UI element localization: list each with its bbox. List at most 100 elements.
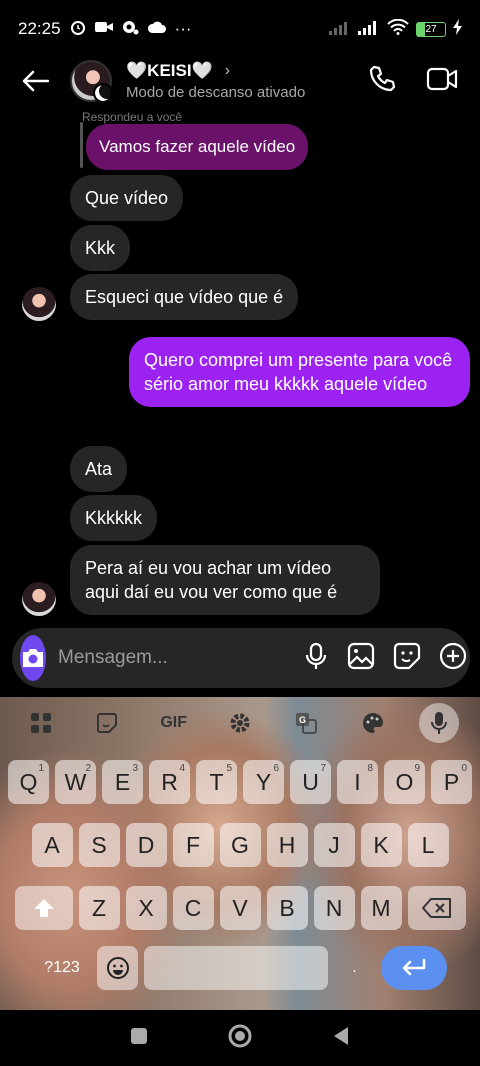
- reply-reference-label: Respondeu a você: [82, 110, 183, 124]
- voice-message-button[interactable]: [303, 642, 329, 675]
- charging-icon: [453, 18, 462, 40]
- video-call-button[interactable]: [426, 66, 458, 97]
- key-label: R: [161, 768, 178, 795]
- gallery-button[interactable]: [347, 642, 375, 675]
- key-label: Q: [19, 768, 38, 795]
- emoji-key[interactable]: [97, 946, 138, 990]
- key[interactable]: P0: [431, 760, 472, 804]
- recents-button[interactable]: [130, 1027, 148, 1050]
- key[interactable]: X: [125, 886, 167, 930]
- key[interactable]: Y6: [243, 760, 284, 804]
- arrow-left-icon: [22, 70, 49, 92]
- apps-grid-icon[interactable]: [21, 703, 61, 743]
- sender-avatar[interactable]: [22, 582, 56, 616]
- key[interactable]: N: [313, 886, 355, 930]
- status-time: 22:25: [18, 19, 61, 38]
- message-list[interactable]: Respondeu a você Vamos fazer aquele víde…: [0, 104, 480, 624]
- key[interactable]: I8: [337, 760, 378, 804]
- keyboard-row-2: A S D F G H J K L: [0, 823, 480, 867]
- reply-quoted-message[interactable]: Vamos fazer aquele vídeo: [86, 124, 309, 170]
- message-bubble-incoming[interactable]: Que vídeo: [70, 175, 184, 221]
- message-bubble-incoming[interactable]: Pera aí eu vou achar um vídeo aqui daí e…: [70, 545, 380, 615]
- keyboard-toolbar: GIF G: [0, 697, 480, 749]
- key-label: E: [114, 768, 131, 795]
- key-hint: 8: [367, 763, 373, 774]
- key[interactable]: Q1: [8, 760, 49, 804]
- key[interactable]: Z: [78, 886, 120, 930]
- key-hint: 1: [38, 763, 44, 774]
- key-hint: 2: [85, 763, 91, 774]
- enter-key[interactable]: [381, 946, 447, 990]
- key-label: P: [443, 768, 460, 795]
- key[interactable]: B: [266, 886, 308, 930]
- settings-gear-icon[interactable]: [220, 703, 260, 743]
- key-label: U: [302, 768, 319, 795]
- key-hint: 6: [273, 763, 279, 774]
- symbols-key[interactable]: ?123: [33, 946, 91, 990]
- back-button[interactable]: [0, 58, 70, 104]
- system-nav-bar: [0, 1010, 480, 1066]
- camera-button[interactable]: [20, 635, 46, 681]
- sticker-button[interactable]: [393, 642, 421, 675]
- plus-circle-icon: [439, 642, 467, 669]
- translate-icon[interactable]: G: [286, 703, 326, 743]
- key[interactable]: V: [219, 886, 261, 930]
- shift-arrow-icon: [33, 899, 54, 917]
- cloud-icon: [147, 19, 167, 39]
- key-hint: 4: [179, 763, 185, 774]
- key[interactable]: S: [78, 823, 120, 867]
- message-bubble-outgoing[interactable]: Quero comprei um presente para você séri…: [129, 337, 470, 407]
- reply-indicator-line: [80, 122, 83, 168]
- keyboard: GIF G Q1 W2 E3 R4 T5 Y6 U7 I8 O9 P0 A S …: [0, 697, 480, 1010]
- message-composer: [12, 628, 470, 688]
- space-key[interactable]: [144, 946, 328, 990]
- key-label: T: [209, 768, 224, 795]
- message-bubble-incoming[interactable]: Kkkkkk: [70, 495, 158, 541]
- key-hint: 7: [320, 763, 326, 774]
- gif-button[interactable]: GIF: [154, 703, 194, 743]
- key[interactable]: E3: [102, 760, 143, 804]
- message-input[interactable]: [58, 647, 303, 669]
- message-bubble-incoming[interactable]: Kkk: [70, 225, 131, 271]
- sticker-icon[interactable]: [87, 703, 127, 743]
- key[interactable]: W2: [55, 760, 96, 804]
- key[interactable]: O9: [384, 760, 425, 804]
- voice-call-button[interactable]: [368, 65, 396, 98]
- period-key[interactable]: .: [334, 946, 375, 990]
- backspace-key[interactable]: [407, 886, 466, 930]
- key[interactable]: A: [31, 823, 73, 867]
- contact-name: 🤍KEISI🤍: [126, 61, 213, 80]
- key[interactable]: D: [125, 823, 167, 867]
- battery-icon: 27: [416, 21, 446, 37]
- home-button[interactable]: [227, 1023, 253, 1054]
- message-bubble-incoming[interactable]: Esqueci que vídeo que é: [70, 274, 299, 320]
- back-nav-button[interactable]: [332, 1026, 350, 1051]
- shift-key[interactable]: [14, 886, 73, 930]
- square-icon: [130, 1027, 147, 1044]
- sender-avatar[interactable]: [22, 287, 56, 321]
- message-bubble-incoming[interactable]: Ata: [70, 446, 128, 492]
- contact-avatar[interactable]: [70, 60, 113, 103]
- key[interactable]: J: [313, 823, 355, 867]
- keyboard-row-3: Z X C V B N M: [0, 886, 480, 930]
- key[interactable]: F: [172, 823, 214, 867]
- key[interactable]: L: [407, 823, 449, 867]
- signal-icon-2: [358, 19, 380, 40]
- key[interactable]: U7: [290, 760, 331, 804]
- triangle-back-icon: [334, 1026, 349, 1045]
- key[interactable]: M: [360, 886, 402, 930]
- add-button[interactable]: [439, 642, 467, 675]
- key[interactable]: R4: [149, 760, 190, 804]
- key[interactable]: H: [266, 823, 308, 867]
- key[interactable]: C: [172, 886, 214, 930]
- keyboard-microphone-icon[interactable]: [418, 703, 459, 743]
- contact-info[interactable]: 🤍KEISI🤍 › Modo de descanso ativado: [126, 61, 305, 101]
- circle-icon: [228, 1024, 252, 1047]
- key[interactable]: K: [360, 823, 402, 867]
- chat-notification-icon: [121, 19, 139, 40]
- key[interactable]: G: [219, 823, 261, 867]
- key-hint: 9: [414, 763, 420, 774]
- enter-arrow-icon: [402, 958, 426, 976]
- key[interactable]: T5: [196, 760, 237, 804]
- palette-icon[interactable]: [353, 703, 393, 743]
